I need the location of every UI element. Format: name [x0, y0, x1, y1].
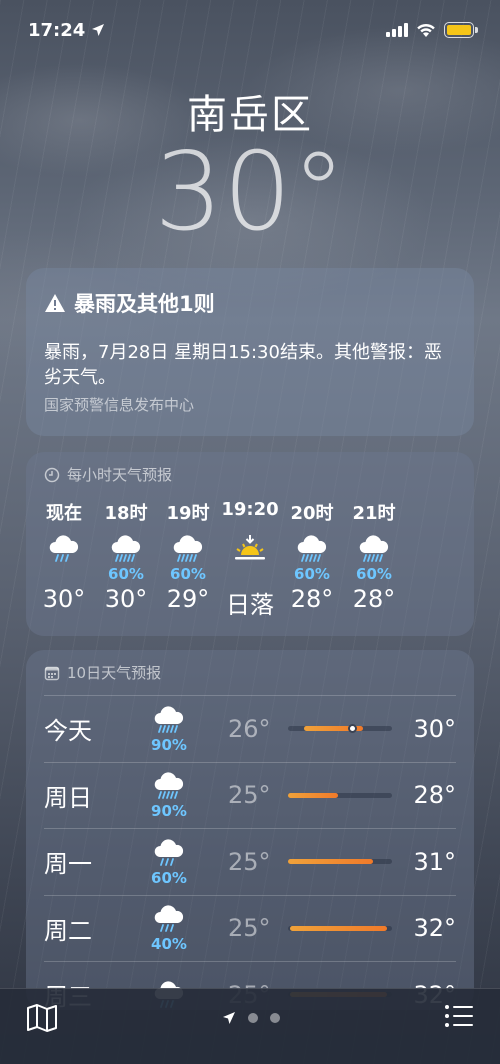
hour-precip: 60%: [294, 565, 330, 583]
location-arrow-icon: [92, 24, 105, 36]
day-row[interactable]: 今天 90% 26° 30°: [44, 695, 456, 762]
cloud-heavy-rain-icon: [357, 531, 391, 565]
temp-range-bar: [288, 792, 392, 798]
hour-temp: 29°: [166, 585, 210, 613]
temp-range-fill: [290, 925, 387, 931]
location-arrow-icon: [223, 1012, 235, 1024]
cloud-heavy-rain-icon: [295, 531, 329, 565]
day-high: 30°: [413, 714, 456, 743]
bottom-toolbar: [0, 988, 500, 1064]
day-precip: 90%: [151, 802, 187, 821]
day-name: 周日: [44, 783, 92, 812]
day-icon-group: 90%: [134, 770, 204, 820]
day-precip: 90%: [151, 735, 187, 754]
daily-header: 10日天气预报: [44, 662, 456, 683]
day-row[interactable]: 周日 90% 25° 28°: [44, 761, 456, 829]
alert-source: 国家预警信息发布中心: [44, 396, 195, 414]
cloud-heavy-rain-icon: [171, 531, 205, 565]
alert-title: 暴雨及其他1则: [74, 292, 215, 316]
day-high: 32°: [413, 914, 456, 943]
hourly-header: 每小时天气预报: [44, 464, 474, 485]
day-low: 25°: [228, 781, 271, 810]
cloud-heavy-rain-icon: [109, 531, 143, 565]
calendar-icon: [44, 666, 60, 680]
wifi-icon: [417, 23, 435, 37]
cloud-rain-icon: [47, 531, 81, 565]
current-temp-marker: [348, 724, 358, 734]
battery-icon: [444, 22, 478, 38]
list-icon[interactable]: [444, 1003, 474, 1029]
hourly-heading: 每小时天气预报: [67, 466, 173, 484]
alert-body: 暴雨，7月28日 星期日15:30结束。其他警报：恶劣天气。: [44, 342, 442, 388]
hour-temp: 28°: [290, 585, 334, 613]
alert-title-row: 暴雨及其他1则: [44, 288, 456, 318]
day-icon-group: 90%: [134, 704, 204, 754]
hour-temp: 日落: [226, 591, 274, 619]
day-name: 周二: [44, 916, 92, 945]
day-name: 周一: [44, 850, 92, 879]
daily-heading: 10日天气预报: [67, 664, 162, 682]
temp-range-bar: [288, 859, 392, 865]
hour-temp: 30°: [42, 585, 86, 613]
day-precip: 40%: [151, 935, 187, 954]
temp-range-fill: [288, 792, 338, 798]
hour-item: 21时 60% 28°: [334, 499, 414, 620]
hourly-scroll[interactable]: 现在 30° 18时 60% 30° 19时 60% 29° 19:20 日落 20时 60% 28° 2…: [42, 499, 474, 620]
clock-icon: [44, 467, 60, 482]
sunset-icon: [233, 531, 267, 565]
day-high: 28°: [413, 781, 456, 810]
current-temperature: 30°: [154, 130, 346, 255]
page-dot[interactable]: [270, 1013, 280, 1023]
day-row[interactable]: 周一 60% 25° 31°: [44, 828, 456, 895]
day-precip: 60%: [151, 868, 187, 887]
hour-temp: 30°: [104, 585, 148, 613]
hour-precip: 60%: [170, 565, 206, 583]
hour-label: 19时: [166, 503, 210, 524]
cloud-heavy-rain-icon: [152, 704, 186, 738]
page-indicator[interactable]: [222, 1011, 280, 1025]
status-time: 17:24: [28, 20, 105, 41]
day-name: 今天: [44, 717, 92, 746]
day-icon-group: 40%: [134, 903, 204, 953]
temp-range-bar: [288, 724, 392, 734]
status-bar: 17:24: [0, 0, 500, 60]
ten-day-forecast-card[interactable]: 10日天气预报 今天 90% 26° 30° 周日 90% 25° 28° 周一 60% 25° 31…: [26, 650, 474, 1010]
hourly-forecast-card[interactable]: 每小时天气预报 现在 30° 18时 60% 30° 19时 60% 29° 19:20 日落 20…: [26, 452, 474, 636]
page-dot[interactable]: [248, 1013, 258, 1023]
hour-precip: 60%: [356, 565, 392, 583]
cellular-signal-icon: [386, 23, 408, 37]
hour-temp: 28°: [352, 585, 396, 613]
day-row[interactable]: 周二 40% 25° 32°: [44, 894, 456, 962]
status-time-text: 17:24: [28, 19, 86, 41]
hour-label: 20时: [290, 503, 334, 524]
hour-label: 18时: [104, 503, 148, 524]
weather-alert-card[interactable]: 暴雨及其他1则 暴雨，7月28日 星期日15:30结束。其他警报：恶劣天气。 国…: [26, 268, 474, 436]
day-icon-group: 60%: [134, 837, 204, 887]
temp-range-fill: [288, 859, 374, 865]
map-icon[interactable]: [26, 1003, 58, 1033]
hour-label: 21时: [352, 503, 396, 524]
hour-label: 19:20: [221, 499, 279, 520]
day-high: 31°: [413, 847, 456, 876]
warning-icon: [45, 294, 65, 312]
cloud-rain-icon: [152, 903, 186, 937]
hour-precip: 60%: [108, 565, 144, 583]
day-low: 25°: [228, 914, 271, 943]
day-low: 26°: [228, 714, 271, 743]
temp-range-bar: [288, 925, 392, 931]
day-low: 25°: [228, 847, 271, 876]
hour-label: 现在: [46, 503, 82, 524]
daily-list: 今天 90% 26° 30° 周日 90% 25° 28° 周一 60% 25° 31° 周二 40% 25…: [44, 695, 456, 1010]
cloud-rain-icon: [152, 837, 186, 871]
cloud-heavy-rain-icon: [152, 770, 186, 804]
